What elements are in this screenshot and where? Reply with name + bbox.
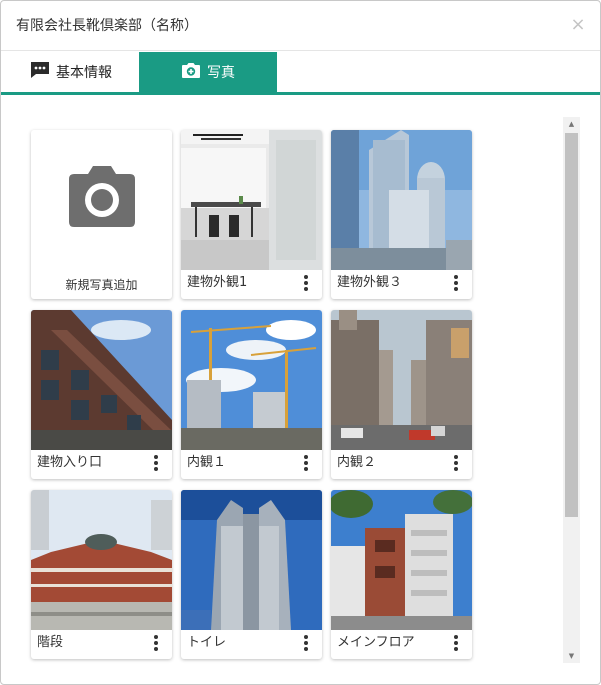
photo-thumbnail: [181, 490, 322, 630]
photo-card[interactable]: 建物入り口: [31, 310, 172, 479]
photo-caption: 建物外観３: [337, 275, 403, 290]
photo-thumbnail: [181, 130, 322, 270]
photo-caption: 階段: [37, 635, 64, 650]
photo-thumbnail: [31, 490, 172, 630]
modal-title: 有限会社長靴倶楽部（名称）: [16, 18, 198, 34]
photo-thumbnail: [31, 310, 172, 450]
photo-caption: メインフロア: [337, 635, 415, 650]
more-options-icon[interactable]: [150, 633, 162, 653]
modal-header: 有限会社長靴倶楽部（名称） ×: [1, 1, 600, 51]
vertical-scrollbar[interactable]: ▲ ▼: [563, 117, 580, 663]
photo-card[interactable]: メインフロア: [331, 490, 472, 659]
more-options-icon[interactable]: [300, 633, 312, 653]
scroll-thumb[interactable]: [565, 133, 578, 517]
photo-thumbnail: [181, 310, 322, 450]
tab-basic-info[interactable]: 基本情報: [16, 52, 138, 92]
tab-photos[interactable]: 写真: [139, 52, 277, 92]
photo-card[interactable]: 建物外観1: [181, 130, 322, 299]
add-photo-label: 新規写真追加: [65, 278, 138, 292]
scroll-down-arrow-icon[interactable]: ▼: [563, 649, 580, 663]
photo-caption: 内観２: [337, 455, 377, 470]
photo-card[interactable]: 内観１: [181, 310, 322, 479]
photo-thumbnail: [331, 130, 472, 270]
photo-thumbnail: [331, 490, 472, 630]
more-options-icon[interactable]: [300, 273, 312, 293]
more-options-icon[interactable]: [450, 453, 462, 473]
more-options-icon[interactable]: [450, 633, 462, 653]
photo-caption: トイレ: [187, 635, 227, 650]
photo-modal: 有限会社長靴倶楽部（名称） × 基本情報 写真 新規写真追加 建物外観1 建物外…: [0, 0, 601, 685]
photo-card[interactable]: 内観２: [331, 310, 472, 479]
photo-card[interactable]: 建物外観３: [331, 130, 472, 299]
photo-caption: 内観１: [187, 455, 227, 470]
photo-card[interactable]: 階段: [31, 490, 172, 659]
scroll-up-arrow-icon[interactable]: ▲: [563, 117, 580, 131]
add-photo-card[interactable]: 新規写真追加: [31, 130, 172, 299]
photo-card[interactable]: トイレ: [181, 490, 322, 659]
close-button[interactable]: ×: [570, 14, 586, 36]
tab-photos-label: 写真: [207, 65, 235, 81]
camera-plus-icon: [181, 62, 201, 83]
photo-gallery: 新規写真追加 建物外観1 建物外観３ 建物入り口 内観１ 内観２ 階段 トイレ …: [1, 95, 600, 684]
more-options-icon[interactable]: [300, 453, 312, 473]
more-options-icon[interactable]: [450, 273, 462, 293]
photo-caption: 建物入り口: [37, 455, 103, 470]
comment-dots-icon: [30, 61, 50, 83]
photo-thumbnail: [331, 310, 472, 450]
photo-caption: 建物外観1: [187, 275, 248, 290]
tab-bar: 基本情報 写真: [1, 52, 600, 95]
tab-basic-info-label: 基本情報: [56, 65, 112, 81]
camera-icon: [68, 166, 136, 232]
more-options-icon[interactable]: [150, 453, 162, 473]
